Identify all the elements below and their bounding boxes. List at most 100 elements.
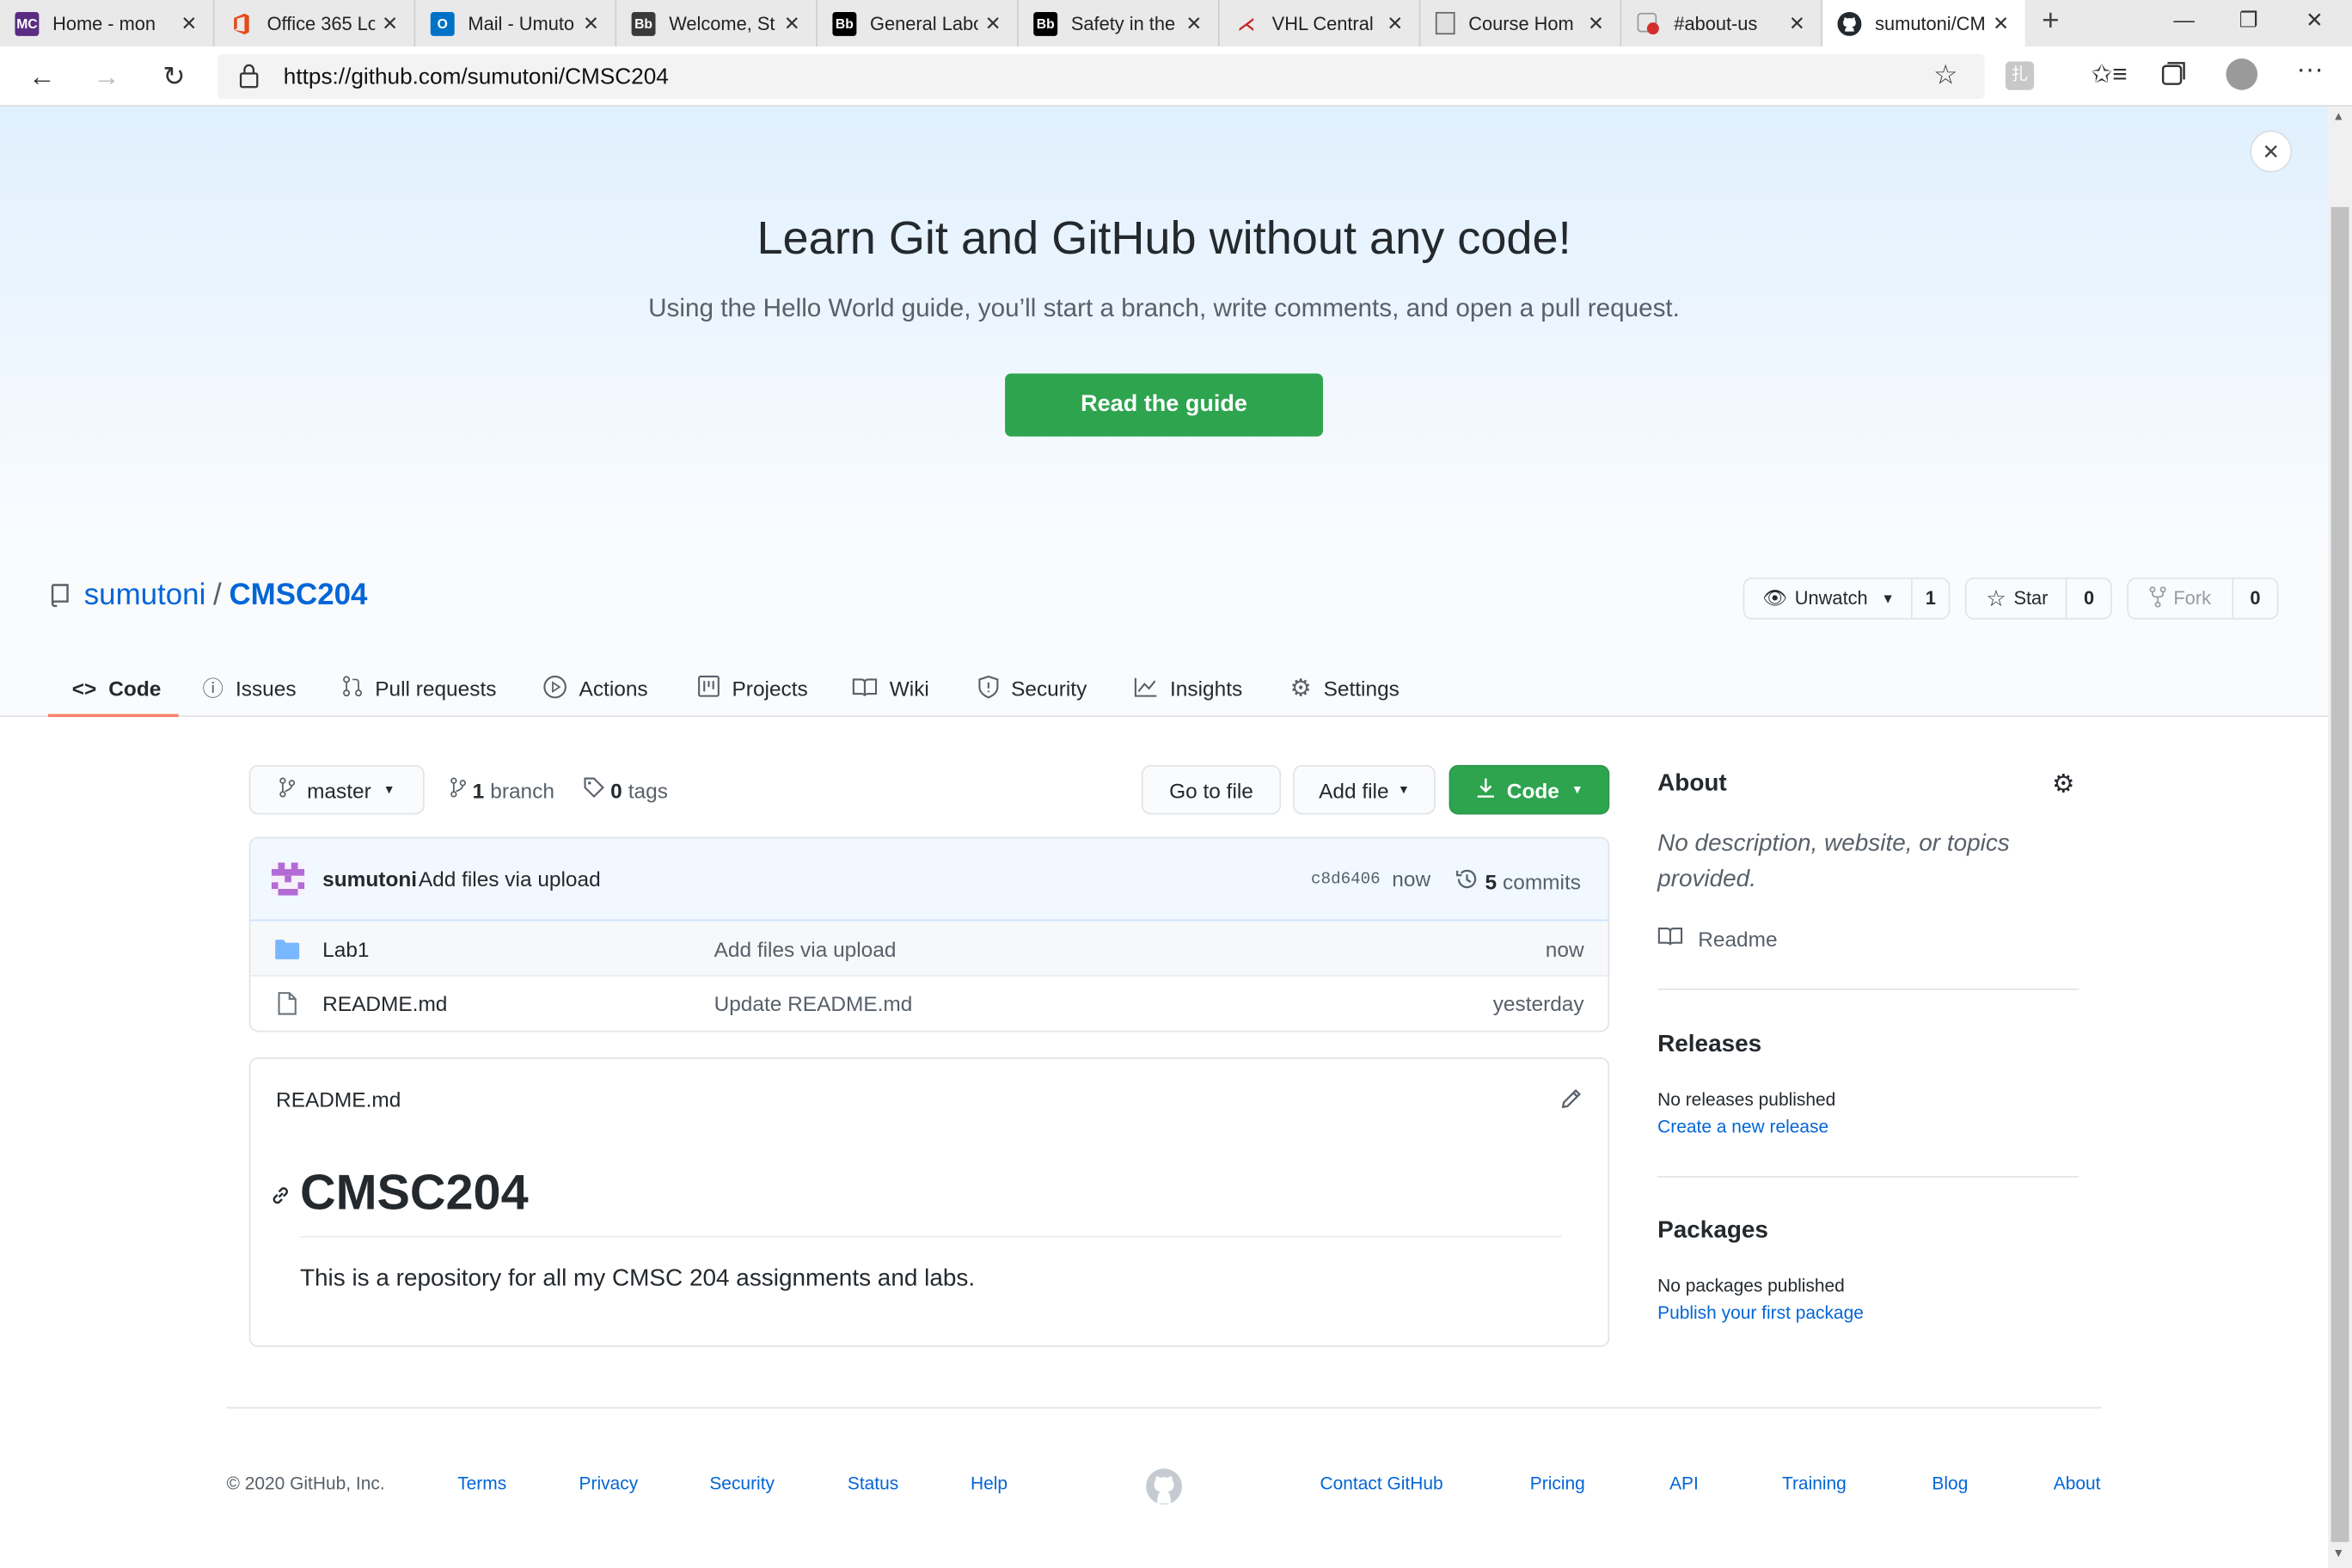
file-name-link[interactable]: Lab1 [322,938,369,962]
tab-pull-requests[interactable]: Pull requests [342,660,496,717]
browser-tab[interactable]: Office 365 Lo ✕ [215,0,416,47]
footer-link-training[interactable]: Training [1782,1473,1847,1493]
more-menu-icon[interactable]: ··· [2296,54,2323,86]
close-window-icon[interactable]: ✕ [2300,8,2330,34]
table-row[interactable]: Lab1 Add files via upload now [250,921,1608,977]
scroll-up-icon[interactable]: ▲ [2332,109,2344,123]
anchor-link-icon[interactable] [268,1184,292,1216]
tab-settings[interactable]: ⚙ Settings [1290,660,1400,717]
code-download-button[interactable]: Code ▼ [1449,764,1610,815]
close-tab-icon[interactable]: ✕ [781,12,802,36]
footer-link-blog[interactable]: Blog [1932,1473,1968,1493]
packages-title[interactable]: Packages [1657,1218,1768,1245]
pencil-icon[interactable] [1560,1087,1583,1118]
tab-security[interactable]: Security [978,660,1087,717]
close-tab-icon[interactable]: ✕ [1786,12,1807,36]
file-commit-message-link[interactable]: Add files via upload [714,938,897,962]
new-tab-icon[interactable]: + [2034,4,2067,39]
create-release-link[interactable]: Create a new release [1657,1116,1828,1136]
close-tab-icon[interactable]: ✕ [1184,12,1204,36]
avatar[interactable] [271,862,305,896]
fork-button[interactable]: Fork 0 [2127,577,2279,620]
close-tab-icon[interactable]: ✕ [1990,12,2011,36]
close-tab-icon[interactable]: ✕ [1385,12,1406,36]
favorite-star-icon[interactable]: ☆ [1933,60,1957,92]
scrollbar-thumb[interactable] [2331,206,2349,1542]
close-tab-icon[interactable]: ✕ [1585,12,1606,36]
commits-history-link[interactable]: 5 commits [1455,867,1581,896]
github-logo-icon[interactable] [1146,1468,1182,1512]
commit-message-link[interactable]: Add files via upload [419,867,601,891]
restore-icon[interactable]: ❐ [2233,8,2263,34]
footer-link-about[interactable]: About [2054,1473,2101,1493]
footer-link-terms[interactable]: Terms [457,1473,506,1493]
watch-count[interactable]: 1 [1911,579,1948,618]
file-name-link[interactable]: README.md [322,991,447,1015]
scroll-down-icon[interactable]: ▼ [2332,1547,2344,1560]
star-count[interactable]: 0 [2066,579,2110,618]
read-the-guide-button[interactable]: Read the guide [1005,373,1324,437]
tab-issues[interactable]: ⓘ Issues [203,660,297,717]
repo-owner-link[interactable]: sumutoni [84,579,206,614]
unwatch-button[interactable]: 👁 Unwatch ▼ 1 [1743,577,1951,620]
add-file-button[interactable]: Add file ▼ [1293,764,1436,815]
browser-tab[interactable]: MC Home - mon ✕ [0,0,215,47]
back-arrow-icon[interactable]: ← [24,58,60,95]
footer-link-help[interactable]: Help [971,1473,1008,1493]
gear-icon[interactable]: ⚙ [2052,769,2075,799]
sidebar-divider [1657,988,2079,990]
branches-link[interactable]: 1 branch [450,777,554,803]
browser-tab[interactable]: ⋌ VHL Central | ✕ [1220,0,1421,47]
footer-link-pricing[interactable]: Pricing [1530,1473,1585,1493]
table-row[interactable]: README.md Update README.md yesterday [250,977,1608,1031]
commit-sha-link[interactable]: c8d6406 [1311,872,1381,890]
file-commit-message-link[interactable]: Update README.md [714,991,913,1015]
commit-author-link[interactable]: sumutoni [322,867,417,891]
repo-name-link[interactable]: CMSC204 [229,579,367,614]
commit-count: 5 [1485,869,1498,894]
star-button[interactable]: ☆ Star 0 [1964,577,2112,620]
profile-avatar-icon[interactable] [2226,58,2258,90]
readme-box: README.md CMSC204 This is a repository f… [248,1057,1610,1347]
browser-tab[interactable]: Bb Welcome, St ✕ [616,0,818,47]
collections-icon[interactable] [2160,60,2187,95]
extension-icon[interactable]: 扎 [2005,61,2035,90]
browser-tab-title: sumutoni/CM [1875,12,1986,34]
favorites-list-icon[interactable]: ✩≡ [2091,60,2127,90]
browser-tab[interactable]: Bb Safety in the ✕ [1019,0,1220,47]
tab-actions-label: Actions [579,676,648,701]
fork-count[interactable]: 0 [2232,579,2276,618]
tab-projects[interactable]: Projects [697,660,808,717]
close-tab-icon[interactable]: ✕ [580,12,601,36]
refresh-icon[interactable]: ↻ [156,58,192,95]
footer-link-contact[interactable]: Contact GitHub [1320,1473,1443,1493]
caret-down-icon: ▼ [1398,782,1410,797]
forward-arrow-icon[interactable]: → [89,58,125,95]
sidebar-divider [1657,1176,2079,1178]
releases-title[interactable]: Releases [1657,1032,1761,1058]
tab-wiki[interactable]: Wiki [852,660,929,717]
readme-link[interactable]: Readme [1657,926,1778,952]
close-tab-icon[interactable]: ✕ [983,12,1003,36]
close-banner-icon[interactable]: ✕ [2250,130,2293,173]
branch-select-button[interactable]: master ▼ [248,764,425,815]
tab-insights[interactable]: Insights [1134,660,1242,717]
browser-tab[interactable]: Bb General Labo ✕ [818,0,1019,47]
url-field[interactable]: https://github.com/sumutoni/CMSC204 ☆ [217,53,1985,100]
footer-link-api[interactable]: API [1669,1473,1699,1493]
tab-code[interactable]: <> Code [72,660,162,717]
close-tab-icon[interactable]: ✕ [179,12,199,36]
footer-link-status[interactable]: Status [848,1473,898,1493]
close-tab-icon[interactable]: ✕ [379,12,400,36]
browser-tab[interactable]: O Mail - Umuto ✕ [415,0,617,47]
footer-link-privacy[interactable]: Privacy [579,1473,639,1493]
publish-package-link[interactable]: Publish your first package [1657,1302,1864,1323]
footer-link-security[interactable]: Security [709,1473,775,1493]
go-to-file-button[interactable]: Go to file [1141,764,1282,815]
browser-tab-active[interactable]: sumutoni/CM ✕ [1822,0,2025,47]
tab-actions[interactable]: Actions [543,660,648,717]
minimize-icon[interactable]: — [2169,8,2199,32]
browser-tab[interactable]: #about-us ✕ [1621,0,1823,47]
tags-link[interactable]: 0 tags [584,777,668,803]
browser-tab[interactable]: Course Hom ✕ [1420,0,1622,47]
